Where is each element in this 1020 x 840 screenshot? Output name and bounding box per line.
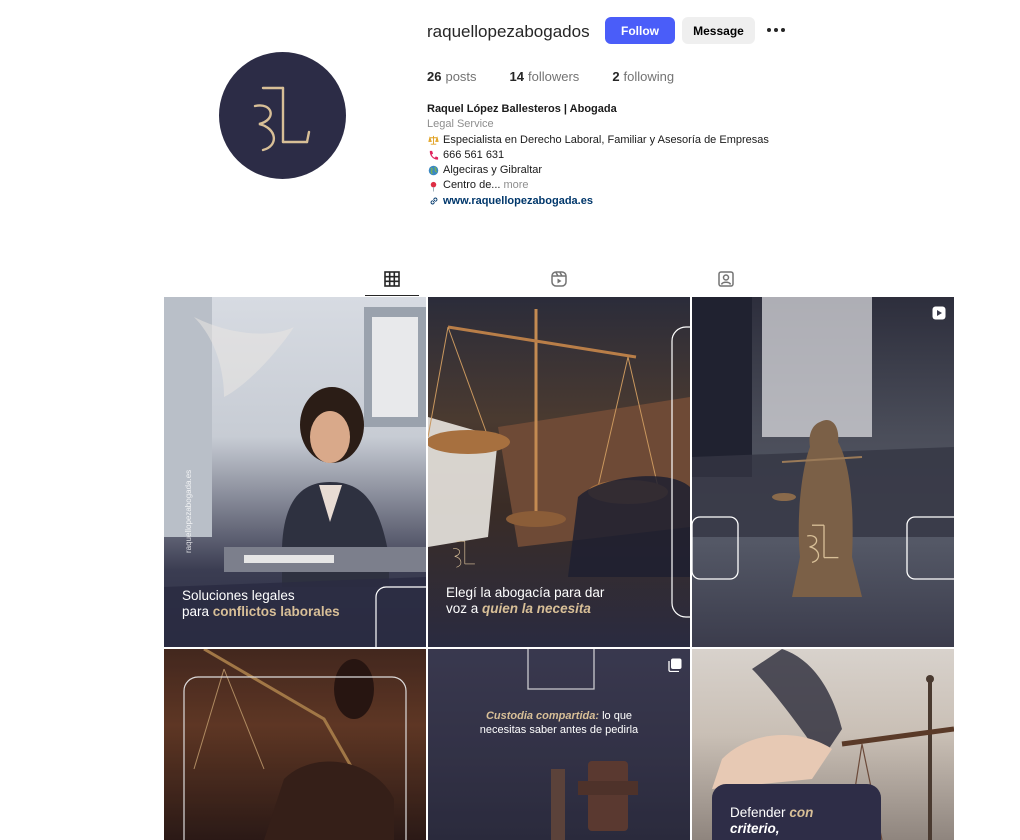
rl-monogram-logo	[253, 86, 310, 151]
post-tile[interactable]: Custodia compartida: lo que necesitas sa…	[428, 649, 690, 840]
post-5-photo	[428, 649, 690, 840]
message-button[interactable]: Message	[682, 17, 755, 44]
globe-emoji-icon	[427, 165, 440, 176]
post-tile[interactable]	[164, 649, 426, 840]
more-options-icon[interactable]	[766, 20, 786, 40]
bio-line-address: Centro de... more	[427, 178, 769, 193]
post-1-side-text: raquellopezabogada.es	[184, 469, 193, 553]
bio-more-link[interactable]: more	[503, 178, 528, 193]
pin-emoji-icon	[427, 181, 440, 192]
tagged-icon[interactable]	[699, 262, 753, 296]
profile-category: Legal Service	[427, 118, 494, 131]
phone-emoji-icon	[427, 150, 440, 161]
profile-username: raquellopezabogados	[427, 22, 590, 41]
post-6-caption: Defender con criterio,	[730, 805, 814, 836]
post-tile[interactable]: Defender con criterio,	[692, 649, 954, 840]
carousel-icon	[668, 658, 682, 673]
posts-grid-icon[interactable]	[365, 262, 419, 296]
posts-grid: Soluciones legales para conflictos labor…	[164, 297, 954, 840]
profile-tabs	[164, 262, 954, 297]
post-tile[interactable]	[692, 297, 954, 647]
reels-icon[interactable]	[532, 262, 586, 296]
bio-line-specialty: Especialista en Derecho Laboral, Familia…	[427, 133, 769, 148]
follow-button[interactable]: Follow	[605, 17, 675, 44]
website-link[interactable]: www.raquellopezabogada.es	[443, 194, 593, 209]
profile-bio: Raquel López Ballesteros | Abogada Legal…	[427, 102, 769, 209]
bio-line-website: www.raquellopezabogada.es	[427, 194, 769, 209]
post-4-photo	[164, 649, 426, 840]
bio-line-phone: 666 561 631	[427, 148, 769, 163]
profile-full-name: Raquel López Ballesteros | Abogada	[427, 103, 617, 115]
post-tile[interactable]: Elegí la abogacía para dar voz a quien l…	[428, 297, 690, 647]
post-tile[interactable]: Soluciones legales para conflictos labor…	[164, 297, 426, 647]
posts-stat: 26 posts	[427, 69, 477, 84]
followers-stat[interactable]: 14 followers	[510, 69, 580, 84]
following-stat[interactable]: 2 following	[612, 69, 674, 84]
link-icon	[427, 196, 440, 206]
profile-avatar[interactable]	[219, 52, 346, 179]
scales-emoji-icon	[427, 135, 440, 146]
post-5-caption: Custodia compartida: lo que necesitas sa…	[479, 710, 639, 736]
post-2-caption: Elegí la abogacía para dar voz a quien l…	[446, 585, 605, 616]
bio-line-location: Algeciras y Gibraltar	[427, 163, 769, 178]
post-3-photo	[692, 297, 954, 597]
reel-icon	[932, 306, 946, 320]
profile-stats: 26 posts 14 followers 2 following	[427, 69, 707, 84]
post-1-caption: Soluciones legales para conflictos labor…	[182, 588, 340, 619]
